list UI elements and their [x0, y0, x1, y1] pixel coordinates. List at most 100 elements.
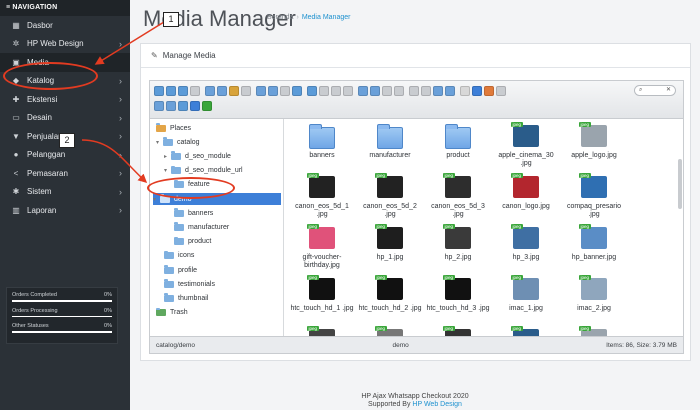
file-item[interactable]: jpeg canon_logo.jpg [493, 173, 559, 211]
toolbar-button[interactable] [472, 86, 482, 96]
toolbar-button[interactable] [460, 86, 470, 96]
file-item[interactable]: jpeg canon_eos_5d_3 .jpg [425, 173, 491, 219]
expand-arrow-icon[interactable]: ▾ [153, 196, 160, 203]
expand-arrow-icon[interactable]: ▾ [156, 139, 163, 146]
file-item[interactable]: jpeg hp_3.jpg [493, 224, 559, 262]
jpeg-badge: jpeg [307, 326, 319, 331]
toolbar-button[interactable] [343, 86, 353, 96]
tree-node-catalog[interactable]: ▾ catalog [156, 136, 200, 148]
toolbar-button[interactable] [202, 101, 212, 111]
file-item[interactable]: jpeg canon_eos_5d_2 .jpg [357, 173, 423, 219]
toolbar-button[interactable] [484, 86, 494, 96]
file-item[interactable]: jpeg hp_2.jpg [425, 224, 491, 262]
toolbar-button[interactable] [358, 86, 368, 96]
file-name: hp_2.jpg [444, 254, 472, 261]
sidebar-item-dasbor[interactable]: ▦ Dasbor [0, 16, 130, 35]
image-thumbnail-icon: jpeg [375, 275, 403, 300]
toolbar-button[interactable] [256, 86, 266, 96]
file-item[interactable]: jpeg hp_banner.jpg [561, 224, 627, 262]
breadcrumb-current[interactable]: Media Manager [302, 14, 351, 21]
image-thumbnail-icon: jpeg [443, 275, 471, 300]
toolbar-button[interactable] [331, 86, 341, 96]
clear-search-icon[interactable]: ✕ [666, 86, 671, 95]
toolbar-button[interactable] [190, 86, 200, 96]
file-item[interactable]: jpeg compaq_presario .jpg [561, 173, 627, 219]
tree-node-profile[interactable]: profile [164, 264, 197, 276]
file-item[interactable]: jpeg hp_1.jpg [357, 224, 423, 262]
sidebar-item-sistem[interactable]: ✱ Sistem › [0, 183, 130, 202]
tree-node-label: testimonials [178, 280, 215, 288]
tree-node-places[interactable]: Places [156, 122, 191, 134]
stat-row: Orders Processing 0% [12, 308, 112, 314]
tree-node-testimonials[interactable]: testimonials [164, 278, 215, 290]
toolbar-button[interactable] [433, 86, 443, 96]
file-item[interactable]: jpeg htc_touch_hd_3 .jpg [425, 275, 491, 313]
toolbar-button[interactable] [178, 86, 188, 96]
sidebar-item-pemasaran[interactable]: < Pemasaran › [0, 164, 130, 183]
toolbar-button[interactable] [370, 86, 380, 96]
toolbar-button[interactable] [241, 86, 251, 96]
file-item[interactable]: jpeg imac_1.jpg [493, 275, 559, 313]
tree-node-product[interactable]: product [174, 236, 211, 248]
footer-support-link[interactable]: HP Web Design [412, 401, 462, 408]
chevron-right-icon: › [119, 186, 122, 197]
tree-node-icons[interactable]: icons [164, 250, 194, 262]
tree-node-manufacturer[interactable]: manufacturer [174, 221, 229, 233]
toolbar-button[interactable] [217, 86, 227, 96]
toolbar-button[interactable] [229, 86, 239, 96]
file-item[interactable]: jpeg gift-voucher- birthday.jpg [289, 224, 355, 270]
sidebar-item-ekstensi[interactable]: ✚ Ekstensi › [0, 90, 130, 109]
toolbar-button[interactable] [205, 86, 215, 96]
toolbar-button[interactable] [166, 86, 176, 96]
expand-arrow-icon[interactable]: ▸ [164, 153, 171, 160]
toolbar-button[interactable] [154, 86, 164, 96]
user-icon: ● [13, 150, 19, 160]
status-path: catalog/demo [156, 341, 196, 349]
file-item[interactable]: jpeg imac_2.jpg [561, 275, 627, 313]
toolbar-button[interactable] [166, 101, 176, 111]
toolbar-button[interactable] [268, 86, 278, 96]
file-item[interactable]: jpeg htc_touch_hd_2 .jpg [357, 275, 423, 313]
toolbar-button[interactable] [409, 86, 419, 96]
toolbar-button[interactable] [382, 86, 392, 96]
toolbar-button[interactable] [292, 86, 302, 96]
tree-node-thumbnail[interactable]: thumbnail [164, 292, 208, 304]
footer: HP Ajax Whatsapp Checkout 2020 Supported… [130, 393, 700, 409]
toolbar-button[interactable] [178, 101, 188, 111]
jpeg-badge: jpeg [443, 173, 455, 178]
tree-node-d-seo-module-url[interactable]: ▾ d_seo_module_url [164, 165, 243, 177]
breadcrumb-home[interactable]: Beranda [267, 14, 293, 21]
file-item[interactable]: banners [289, 124, 355, 160]
sidebar-item-desain[interactable]: ▭ Desain › [0, 109, 130, 128]
toolbar-button[interactable] [496, 86, 506, 96]
file-item[interactable]: product [425, 124, 491, 160]
stat-value: 0% [104, 307, 112, 314]
toolbar-button[interactable] [394, 86, 404, 96]
expand-arrow-icon[interactable]: ▾ [164, 167, 171, 174]
file-item[interactable]: jpeg htc_touch_hd_1 .jpg [289, 275, 355, 313]
file-name: manufacturer [369, 152, 411, 159]
sidebar-item-pelanggan[interactable]: ● Pelanggan › [0, 146, 130, 165]
sidebar-item-laporan[interactable]: ▥ Laporan › [0, 201, 130, 220]
toolbar-button[interactable] [421, 86, 431, 96]
search-input[interactable]: ⌕ ✕ [634, 85, 676, 96]
toolbar-button[interactable] [190, 101, 200, 111]
file-item[interactable]: jpeg apple_cinema_30 .jpg [493, 122, 559, 168]
sidebar-item-hp-web-design[interactable]: ✲ HP Web Design › [0, 35, 130, 54]
file-item[interactable]: jpeg canon_eos_5d_1 .jpg [289, 173, 355, 219]
tree-node-d-seo-module[interactable]: ▸ d_seo_module [164, 150, 231, 162]
grid-scrollbar[interactable] [678, 159, 682, 209]
places-icon [156, 123, 166, 132]
toolbar-button[interactable] [280, 86, 290, 96]
image-thumbnail-icon: jpeg [511, 275, 539, 300]
file-item[interactable]: jpeg apple_logo.jpg [561, 122, 627, 160]
toolbar-button[interactable] [319, 86, 329, 96]
toolbar-button[interactable] [307, 86, 317, 96]
status-bar: catalog/demo demo Items: 86, Size: 3.79 … [150, 336, 683, 353]
share-icon: < [13, 168, 19, 178]
file-item[interactable]: manufacturer [357, 124, 423, 160]
tree-node-banners[interactable]: banners [174, 207, 213, 219]
toolbar-button[interactable] [154, 101, 164, 111]
toolbar-button[interactable] [445, 86, 455, 96]
tree-node-trash[interactable]: Trash [156, 307, 188, 319]
